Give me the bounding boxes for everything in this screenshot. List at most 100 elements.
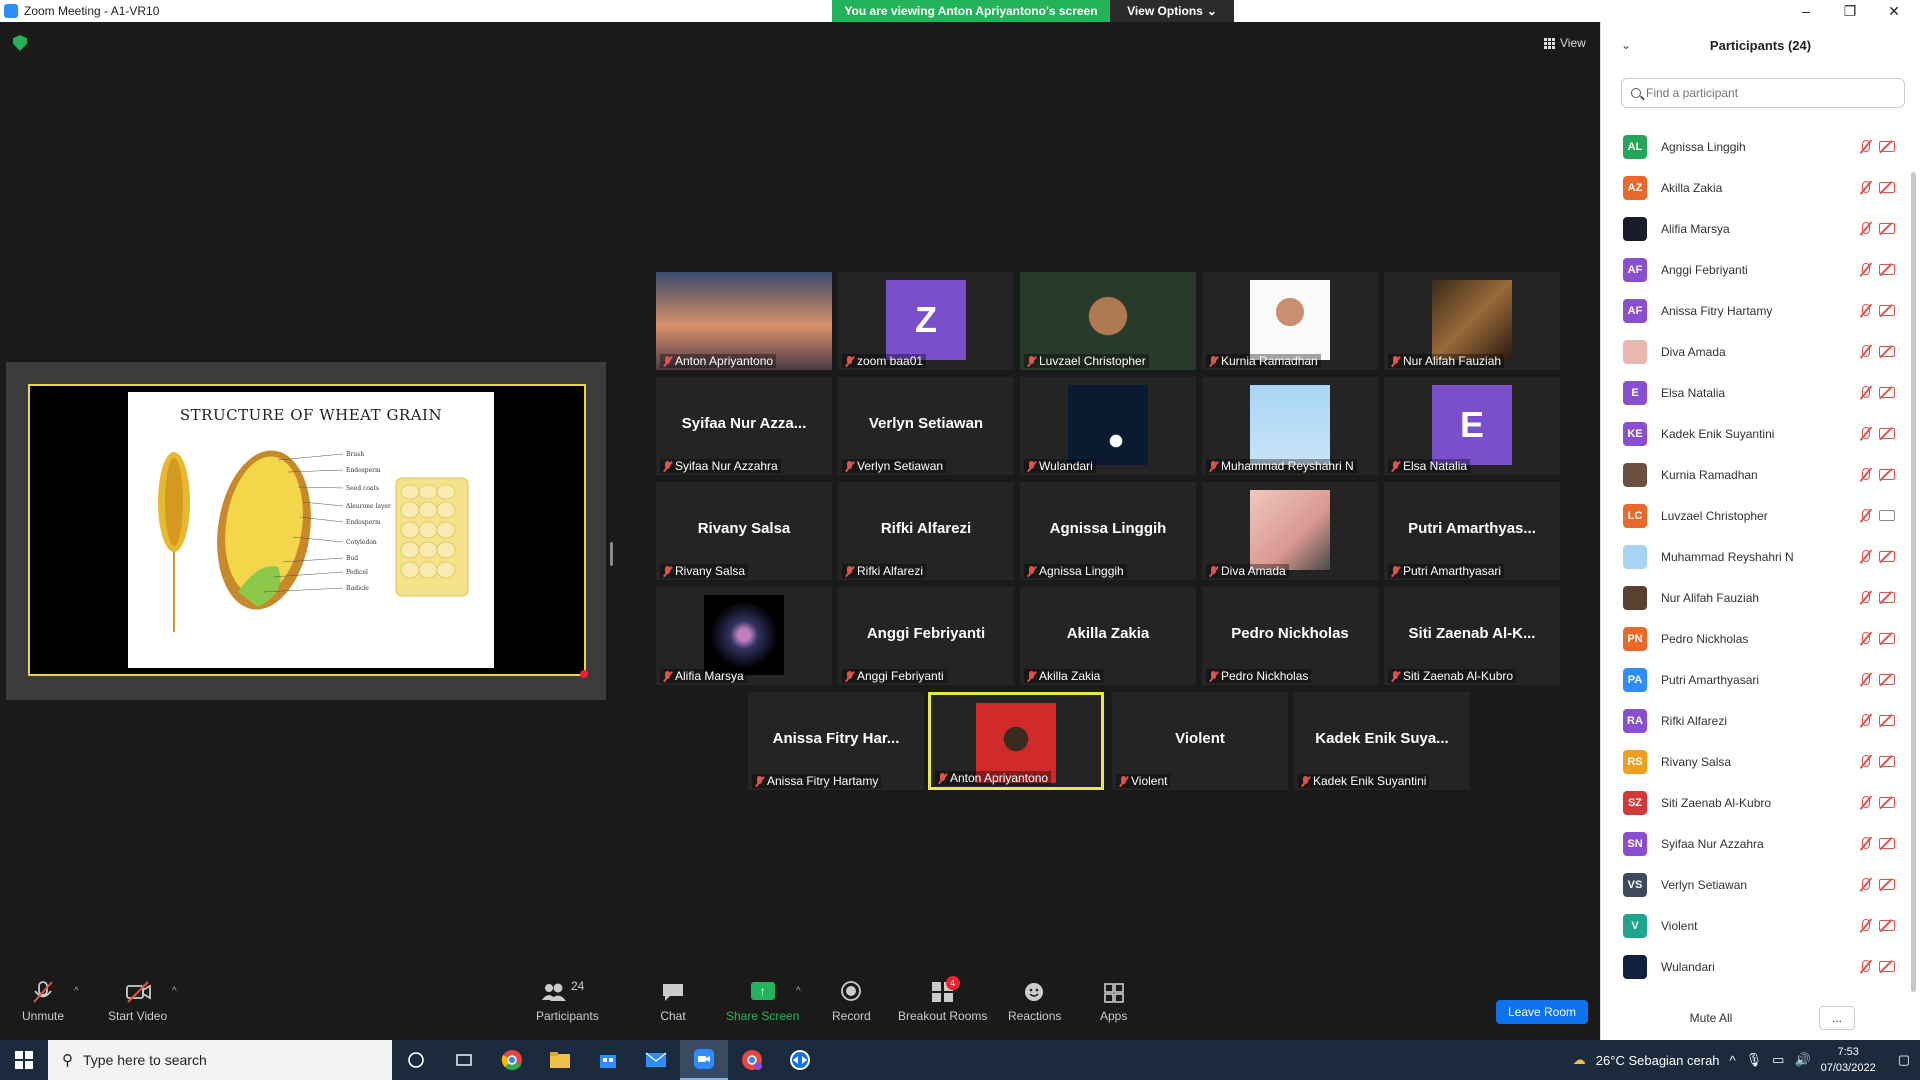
microphone-muted-icon [1859, 550, 1871, 564]
video-tile[interactable]: Kadek Enik Suya... Kadek Enik Suyantini [1294, 692, 1470, 790]
video-tile[interactable]: Diva Amada [1202, 482, 1378, 580]
participant-row[interactable]: Muhammad Reyshahri N [1601, 536, 1905, 577]
microphone-icon[interactable]: 🎙 [1746, 1052, 1763, 1068]
teamviewer-icon[interactable] [776, 1040, 824, 1080]
participant-row[interactable]: Diva Amada [1601, 331, 1905, 372]
participant-row[interactable]: PN Pedro Nickholas [1601, 618, 1905, 659]
chrome-icon[interactable] [488, 1040, 536, 1080]
video-tile[interactable]: Nur Alifah Fauziah [1384, 272, 1560, 370]
participant-row[interactable]: AZ Akilla Zakia [1601, 167, 1905, 208]
apps-button[interactable]: Apps [1100, 980, 1127, 1023]
participant-row[interactable]: RA Rifki Alfarezi [1601, 700, 1905, 741]
unmute-button[interactable]: Unmute [22, 980, 64, 1023]
microphone-muted-icon [1859, 796, 1871, 810]
video-tile[interactable]: Rivany Salsa Rivany Salsa [656, 482, 832, 580]
video-tile[interactable]: Luvzael Christopher [1020, 272, 1196, 370]
leave-room-button[interactable]: Leave Room [1496, 1000, 1588, 1024]
participant-row[interactable]: Nur Alifah Fauziah [1601, 577, 1905, 618]
participant-row[interactable]: V Violent [1601, 905, 1905, 946]
shared-screen[interactable]: STRUCTURE OF WHEAT GRAIN Brush Endosperm… [6, 362, 606, 700]
video-tile[interactable]: Zzoom baa01 [838, 272, 1014, 370]
tile-label-text: Kadek Enik Suyantini [1313, 774, 1427, 788]
minimize-button[interactable]: – [1784, 0, 1828, 22]
close-button[interactable]: ✕ [1872, 0, 1916, 22]
video-tile[interactable]: Kurnia Ramadhan [1202, 272, 1378, 370]
participant-name: Agnissa Linggih [1661, 139, 1746, 154]
video-tile[interactable]: Agnissa Linggih Agnissa Linggih [1020, 482, 1196, 580]
restore-button[interactable]: ❐ [1828, 0, 1872, 22]
video-options-caret[interactable]: ^ [172, 986, 177, 997]
participant-row[interactable]: VS Verlyn Setiawan [1601, 864, 1905, 905]
view-options-button[interactable]: View Options ⌄ [1110, 0, 1234, 22]
chat-button[interactable]: Chat [660, 980, 686, 1023]
chevron-up-icon[interactable]: ^ [1730, 1053, 1736, 1068]
collapse-chevron-icon[interactable]: ⌄ [1621, 38, 1631, 52]
mail-icon[interactable] [632, 1040, 680, 1080]
tile-label-text: Syifaa Nur Azzahra [675, 459, 778, 473]
file-explorer-icon[interactable] [536, 1040, 584, 1080]
cortana-icon[interactable] [392, 1040, 440, 1080]
clock[interactable]: 7:53 07/03/2022 [1821, 1044, 1876, 1076]
participant-row[interactable]: Wulandari [1601, 946, 1905, 987]
mute-all-button[interactable]: Mute All [1675, 1006, 1747, 1030]
notifications-icon[interactable]: ▢ [1898, 1052, 1910, 1068]
participant-row[interactable]: PA Putri Amarthyasari [1601, 659, 1905, 700]
more-options-button[interactable]: ... [1819, 1006, 1855, 1030]
audio-options-caret[interactable]: ^ [74, 986, 79, 997]
video-tile[interactable]: Alifia Marsya [656, 587, 832, 685]
video-tile[interactable]: Rifki Alfarezi Rifki Alfarezi [838, 482, 1014, 580]
participant-row[interactable]: AF Anissa Fitry Hartamy [1601, 290, 1905, 331]
participant-row[interactable]: Kurnia Ramadhan [1601, 454, 1905, 495]
participants-button[interactable]: 24 Participants [536, 979, 599, 1023]
network-icon[interactable]: ▭ [1772, 1052, 1784, 1068]
video-tile[interactable]: Anton Apriyantono [928, 692, 1104, 790]
reactions-button[interactable]: Reactions [1008, 980, 1061, 1023]
video-tile[interactable]: Muhammad Reyshahri N [1202, 377, 1378, 475]
video-tile[interactable]: Siti Zaenab Al-K... Siti Zaenab Al-Kubro [1384, 587, 1560, 685]
participant-list-scrollbar[interactable] [1911, 172, 1916, 992]
participant-row[interactable]: E Elsa Natalia [1601, 372, 1905, 413]
view-button[interactable]: View [1536, 32, 1594, 54]
video-tile[interactable]: Akilla Zakia Akilla Zakia [1020, 587, 1196, 685]
windows-start-icon[interactable] [0, 1040, 48, 1080]
participant-row[interactable]: AL Agnissa Linggih [1601, 126, 1905, 167]
video-tile[interactable]: Anissa Fitry Har... Anissa Fitry Hartamy [748, 692, 924, 790]
security-shield-icon[interactable] [13, 35, 27, 51]
video-tile[interactable]: Pedro Nickholas Pedro Nickholas [1202, 587, 1378, 685]
participant-search-input[interactable] [1646, 86, 1886, 100]
participant-row[interactable]: KE Kadek Enik Suyantini [1601, 413, 1905, 454]
participant-row[interactable]: LC Luvzael Christopher [1601, 495, 1905, 536]
participant-row[interactable]: AF Anggi Febriyanti [1601, 249, 1905, 290]
video-tile[interactable]: Wulandari [1020, 377, 1196, 475]
chrome-profile-icon[interactable] [728, 1040, 776, 1080]
video-tile[interactable]: Violent Violent [1112, 692, 1288, 790]
record-button[interactable]: Record [832, 980, 871, 1023]
store-icon[interactable] [584, 1040, 632, 1080]
microphone-muted-icon [1859, 919, 1871, 933]
participant-row[interactable]: SN Syifaa Nur Azzahra [1601, 823, 1905, 864]
start-video-button[interactable]: Start Video [108, 980, 167, 1023]
participant-search[interactable] [1621, 78, 1905, 108]
share-screen-button[interactable]: ↑ Share Screen [726, 980, 799, 1023]
microphone-muted-icon [1301, 775, 1310, 787]
video-tile[interactable]: Syifaa Nur Azza... Syifaa Nur Azzahra [656, 377, 832, 475]
breakout-rooms-button[interactable]: 4 Breakout Rooms [898, 976, 987, 1023]
participant-row[interactable]: SZ Siti Zaenab Al-Kubro [1601, 782, 1905, 823]
volume-icon[interactable]: 🔊 [1794, 1052, 1810, 1068]
taskbar-search[interactable]: ⚲ Type here to search [48, 1040, 392, 1080]
share-options-caret[interactable]: ^ [796, 986, 801, 997]
split-divider-handle[interactable] [610, 542, 613, 566]
tile-label-text: Violent [1131, 774, 1168, 788]
task-view-icon[interactable] [440, 1040, 488, 1080]
tile-display-name: Rifki Alfarezi [880, 520, 972, 537]
weather-text[interactable]: 26°C Sebagian cerah [1596, 1053, 1720, 1068]
video-tile[interactable]: Putri Amarthyas... Putri Amarthyasari [1384, 482, 1560, 580]
video-tile[interactable]: Verlyn Setiawan Verlyn Setiawan [838, 377, 1014, 475]
video-tile[interactable]: Anggi Febriyanti Anggi Febriyanti [838, 587, 1014, 685]
video-tile[interactable]: Anton Apriyantono [656, 272, 832, 370]
participant-row[interactable]: Alifia Marsya [1601, 208, 1905, 249]
participant-row[interactable]: RS Rivany Salsa [1601, 741, 1905, 782]
video-tile[interactable]: E Elsa Natalia [1384, 377, 1560, 475]
zoom-taskbar-icon[interactable] [680, 1040, 728, 1080]
meeting-toolbar: Unmute ^ Start Video ^ 24 Participants C… [0, 972, 1600, 1040]
